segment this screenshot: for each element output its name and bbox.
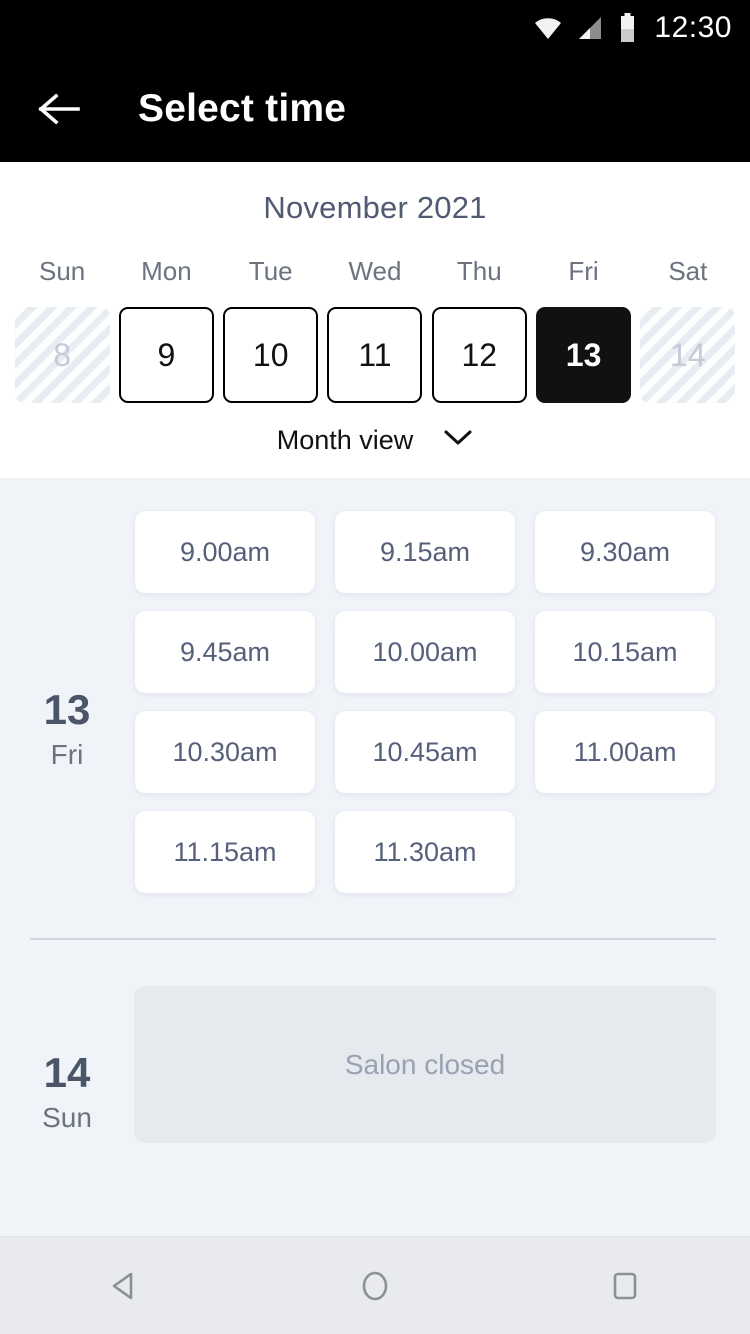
schedule-day-number: 14 — [43, 1048, 91, 1096]
weekday-header-thu: Thu — [456, 256, 502, 286]
page-title: Select time — [138, 87, 347, 130]
calendar-day-9[interactable]: 9 — [118, 307, 214, 403]
status-bar: 12:30 — [0, 0, 750, 56]
home-nav-icon[interactable] — [330, 1256, 420, 1316]
app-bar: Select time — [0, 56, 750, 162]
time-slot[interactable]: 11.15am — [134, 810, 316, 894]
weekday-header-tue: Tue — [248, 256, 293, 286]
calendar-month-label: November 2021 — [263, 190, 487, 225]
time-slot[interactable]: 10.30am — [134, 710, 316, 794]
weekday-header-sun: Sun — [39, 256, 86, 286]
weekday-header-fri: Fri — [568, 256, 599, 286]
calendar-day-12[interactable]: 12 — [431, 307, 527, 403]
time-slot[interactable]: 11.30am — [334, 810, 516, 894]
month-view-toggle[interactable]: Month view — [277, 425, 474, 456]
chevron-down-icon — [443, 429, 473, 452]
calendar-day-14: 14 — [640, 307, 736, 403]
battery-icon — [619, 13, 636, 43]
time-slot[interactable]: 10.45am — [334, 710, 516, 794]
schedule-day-weekday: Sun — [42, 1101, 92, 1133]
back-arrow-icon[interactable] — [34, 83, 86, 135]
calendar-day-10[interactable]: 10 — [223, 307, 319, 403]
calendar-day-13[interactable]: 13 — [536, 307, 632, 403]
schedule-day-weekday: Fri — [50, 739, 84, 770]
time-slot-scroll-area[interactable]: 13 Fri 9.00am 9.15am 9.30am 9.45am 10.00… — [0, 478, 750, 1236]
schedule-day-13: 13 Fri 9.00am 9.15am 9.30am 9.45am 10.00… — [0, 510, 750, 894]
weekday-header-sat: Sat — [668, 256, 708, 286]
time-slot[interactable]: 9.30am — [534, 510, 716, 594]
back-nav-icon[interactable] — [80, 1256, 170, 1316]
schedule-day-number: 13 — [43, 686, 91, 733]
schedule-day-14: 14 Sun Salon closed — [0, 940, 750, 1143]
weekday-header-wed: Wed — [348, 256, 402, 286]
schedule-day-label-14: 14 Sun — [0, 986, 134, 1143]
time-slot[interactable]: 9.15am — [334, 510, 516, 594]
time-slot[interactable]: 9.00am — [134, 510, 316, 594]
android-nav-bar — [0, 1236, 750, 1334]
weekday-header-mon: Mon — [141, 256, 192, 286]
salon-closed-card: Salon closed — [134, 986, 716, 1143]
time-slot-grid: 9.00am 9.15am 9.30am 9.45am 10.00am 10.1… — [134, 510, 716, 894]
schedule-day-label-13: 13 Fri — [0, 510, 134, 894]
phone-screen: 12:30 Select time November 2021 Sun Mon … — [0, 0, 750, 1334]
recents-nav-icon[interactable] — [580, 1256, 670, 1316]
status-bar-clock: 12:30 — [654, 11, 732, 44]
time-slot[interactable]: 9.45am — [134, 610, 316, 694]
calendar-header-section: November 2021 Sun Mon Tue Wed Thu Fri Sa… — [0, 162, 750, 478]
time-slot[interactable]: 10.15am — [534, 610, 716, 694]
time-slot[interactable]: 10.00am — [334, 610, 516, 694]
cell-signal-icon — [577, 15, 605, 41]
calendar-day-8: 8 — [14, 307, 110, 403]
calendar-days-row: 8 9 10 11 12 13 14 — [0, 307, 750, 403]
weekday-header-row: Sun Mon Tue Wed Thu Fri Sat — [0, 256, 750, 287]
month-view-label: Month view — [276, 425, 414, 455]
time-slot[interactable]: 11.00am — [534, 710, 716, 794]
calendar-day-11[interactable]: 11 — [327, 307, 423, 403]
wifi-icon — [533, 15, 563, 41]
